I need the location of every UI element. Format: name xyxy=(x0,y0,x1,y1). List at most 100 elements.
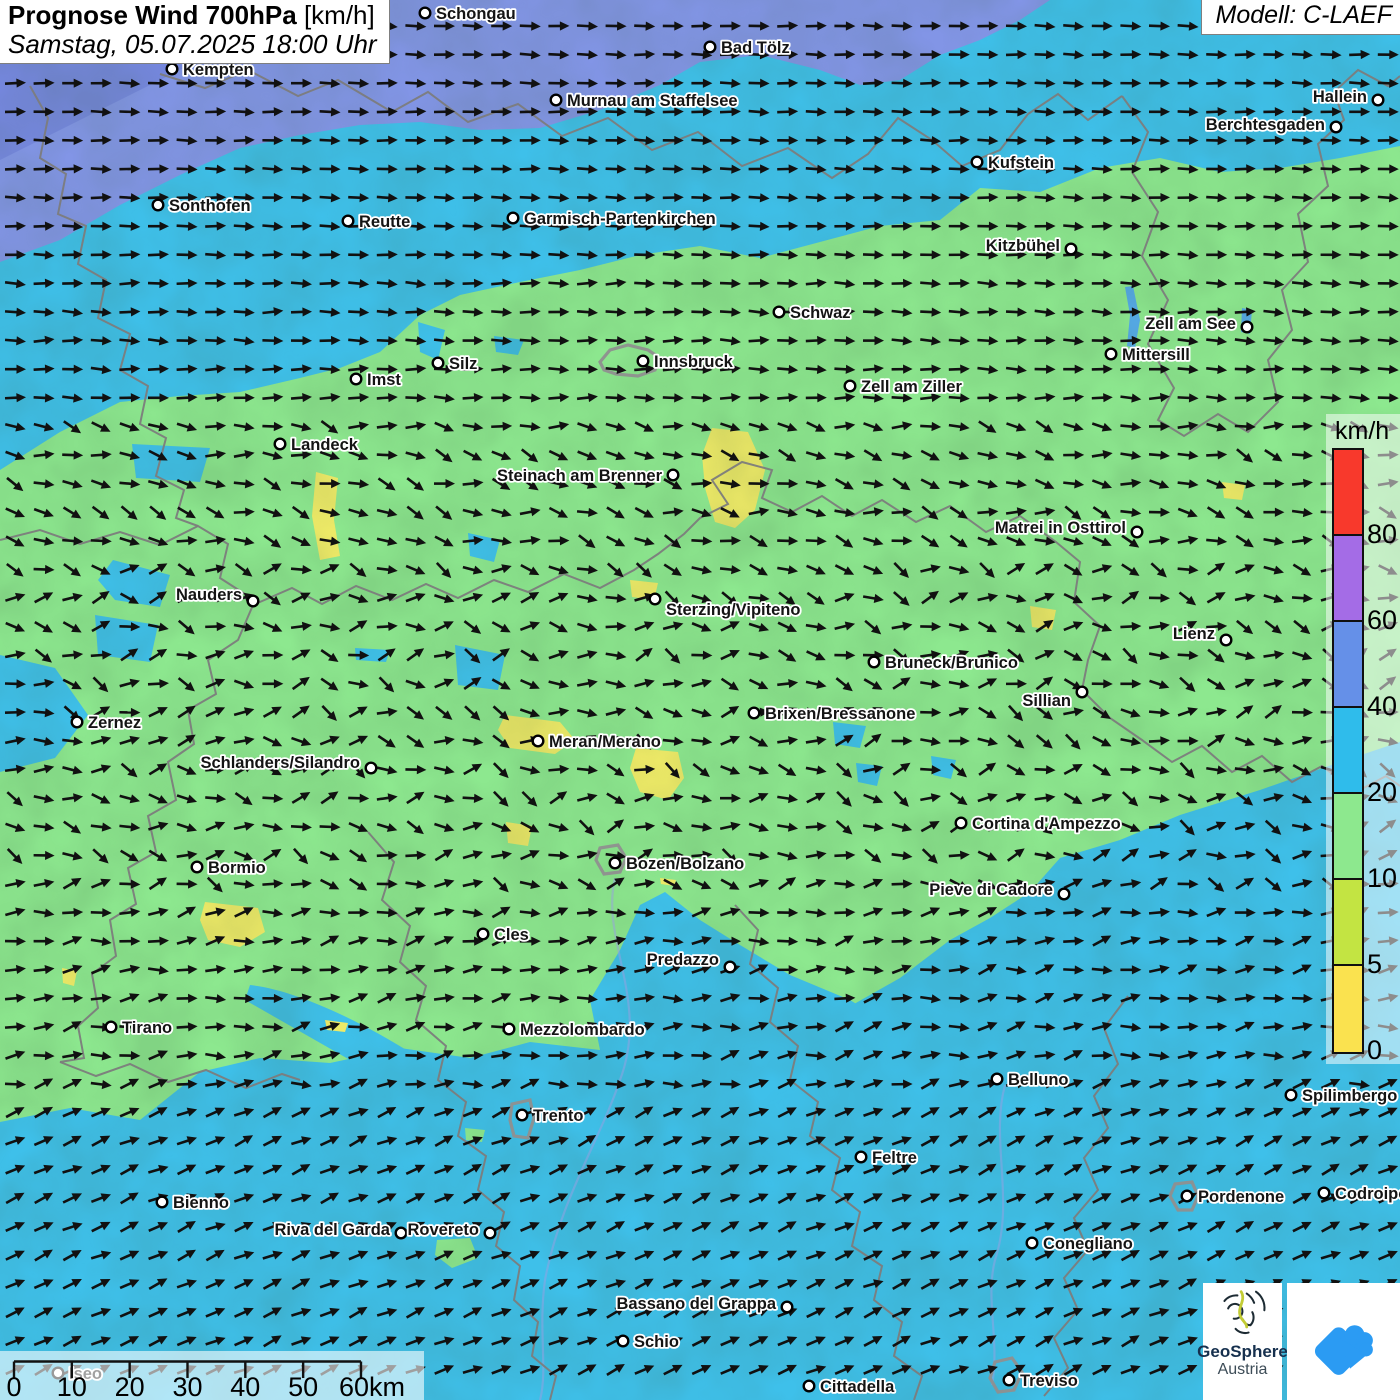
city-dot-icon xyxy=(1319,1188,1330,1199)
city-dot-icon xyxy=(551,95,562,106)
legend-unit-label: km/h xyxy=(1335,417,1389,446)
city-label: Schlanders/Silandro xyxy=(200,754,360,772)
city-marker: Spilimbergo xyxy=(1286,1087,1398,1105)
city-dot-icon xyxy=(668,470,679,481)
geosphere-logo: GeoSphere Austria xyxy=(1203,1283,1282,1400)
wind-forecast-map-page: SchongauBad TölzKemptenMurnau am Staffel… xyxy=(0,0,1400,1400)
city-label: Reutte xyxy=(359,213,410,231)
city-dot-icon xyxy=(72,717,83,728)
city-label: Garmisch-Partenkirchen xyxy=(524,210,716,228)
city-label: Kitzbühel xyxy=(986,237,1060,255)
city-marker: Steinach am Brenner xyxy=(497,467,678,485)
city-marker: Meran/Merano xyxy=(533,733,661,751)
scale-bar: 0102030405060km xyxy=(0,1351,424,1400)
city-dot-icon xyxy=(275,439,286,450)
city-label: Mezzolombardo xyxy=(520,1021,645,1039)
city-dot-icon xyxy=(343,216,354,227)
city-dot-icon xyxy=(157,1197,168,1208)
geosphere-logo-icon xyxy=(1214,1288,1272,1340)
city-label: Belluno xyxy=(1008,1071,1069,1089)
legend-color-segment xyxy=(1334,794,1362,880)
city-dot-icon xyxy=(1331,122,1342,133)
city-dot-icon xyxy=(167,64,178,75)
city-label: Tirano xyxy=(122,1019,172,1037)
city-label: Pieve di Cadore xyxy=(929,881,1053,899)
city-dot-icon xyxy=(1242,322,1253,333)
city-dot-icon xyxy=(1004,1375,1015,1386)
city-dot-icon xyxy=(774,307,785,318)
city-dot-icon xyxy=(1077,687,1088,698)
city-label: Kufstein xyxy=(988,154,1054,172)
city-marker: Schlanders/Silandro xyxy=(200,754,376,773)
city-label: Hallein xyxy=(1313,88,1367,106)
city-label: Trento xyxy=(533,1107,583,1125)
city-dot-icon xyxy=(508,213,519,224)
city-label: Bormio xyxy=(208,859,266,877)
wind-map: SchongauBad TölzKemptenMurnau am Staffel… xyxy=(0,0,1400,1400)
city-dot-icon xyxy=(366,763,377,774)
legend-tick-label: 5 xyxy=(1367,949,1382,979)
brand-country: Austria xyxy=(1218,1361,1268,1379)
city-dot-icon xyxy=(517,1110,528,1121)
city-dot-icon xyxy=(433,358,444,369)
city-label: Murnau am Staffelsee xyxy=(567,92,738,110)
city-label: Meran/Merano xyxy=(549,733,661,751)
city-dot-icon xyxy=(478,929,489,940)
legend-panel: km/h 806040201050 xyxy=(1326,414,1400,1064)
city-dot-icon xyxy=(804,1381,815,1392)
page-subtitle: Samstag, 05.07.2025 18:00 Uhr xyxy=(8,30,377,59)
city-dot-icon xyxy=(1286,1090,1297,1101)
city-dot-icon xyxy=(638,356,649,367)
app-tile xyxy=(1287,1283,1400,1400)
city-dot-icon xyxy=(396,1228,407,1239)
city-marker: Murnau am Staffelsee xyxy=(551,92,738,110)
city-label: Innsbruck xyxy=(654,353,734,371)
city-marker: Berchtesgaden xyxy=(1206,116,1342,134)
city-dot-icon xyxy=(351,374,362,385)
city-label: Spilimbergo xyxy=(1302,1087,1397,1105)
city-dot-icon xyxy=(1106,349,1117,360)
city-marker: Pordenone xyxy=(1182,1188,1284,1206)
city-label: Schio xyxy=(634,1333,679,1351)
city-dot-icon xyxy=(1066,244,1077,255)
city-dot-icon xyxy=(972,157,983,168)
city-dot-icon xyxy=(1221,635,1232,646)
city-marker: Pieve di Cadore xyxy=(929,881,1069,899)
city-marker: Bruneck/Brunico xyxy=(869,654,1018,672)
city-label: Berchtesgaden xyxy=(1206,116,1325,134)
city-label: Imst xyxy=(367,371,401,389)
city-dot-icon xyxy=(725,962,736,973)
legend-tick-label: 20 xyxy=(1367,777,1397,807)
city-dot-icon xyxy=(650,594,661,605)
city-label: Silz xyxy=(449,355,477,373)
city-label: Zell am See xyxy=(1145,315,1236,333)
brand-name: GeoSphere xyxy=(1197,1342,1288,1361)
city-dot-icon xyxy=(1182,1191,1193,1202)
city-marker: Bozen/Bolzano xyxy=(610,855,745,873)
city-label: Schwaz xyxy=(790,304,851,322)
model-label: Modell: C-LAEF xyxy=(1201,0,1400,35)
city-marker: Riva del Garda xyxy=(274,1221,406,1239)
city-label: Riva del Garda xyxy=(274,1221,390,1239)
city-label: Bozen/Bolzano xyxy=(626,855,744,873)
city-dot-icon xyxy=(618,1336,629,1347)
legend-color-segment xyxy=(1334,536,1362,622)
city-dot-icon xyxy=(533,736,544,747)
city-dot-icon xyxy=(504,1024,515,1035)
scale-bar-label: 20 xyxy=(115,1372,145,1400)
scale-bar-label: 30 xyxy=(172,1372,202,1400)
city-label: Treviso xyxy=(1020,1372,1078,1390)
city-dot-icon xyxy=(1027,1238,1038,1249)
city-label: Feltre xyxy=(872,1149,917,1167)
city-dot-icon xyxy=(1373,95,1384,106)
city-label: Brixen/Bressanone xyxy=(765,705,915,723)
legend-tick-label: 80 xyxy=(1367,519,1397,549)
city-dot-icon xyxy=(869,657,880,668)
scale-bar-label: 0 xyxy=(6,1372,21,1400)
city-label: Predazzo xyxy=(647,951,719,969)
legend-color-segment xyxy=(1334,708,1362,794)
legend-color-segment xyxy=(1334,622,1362,708)
city-label: Rovereto xyxy=(407,1221,479,1239)
city-label: Cles xyxy=(494,926,529,944)
city-dot-icon xyxy=(485,1228,496,1239)
